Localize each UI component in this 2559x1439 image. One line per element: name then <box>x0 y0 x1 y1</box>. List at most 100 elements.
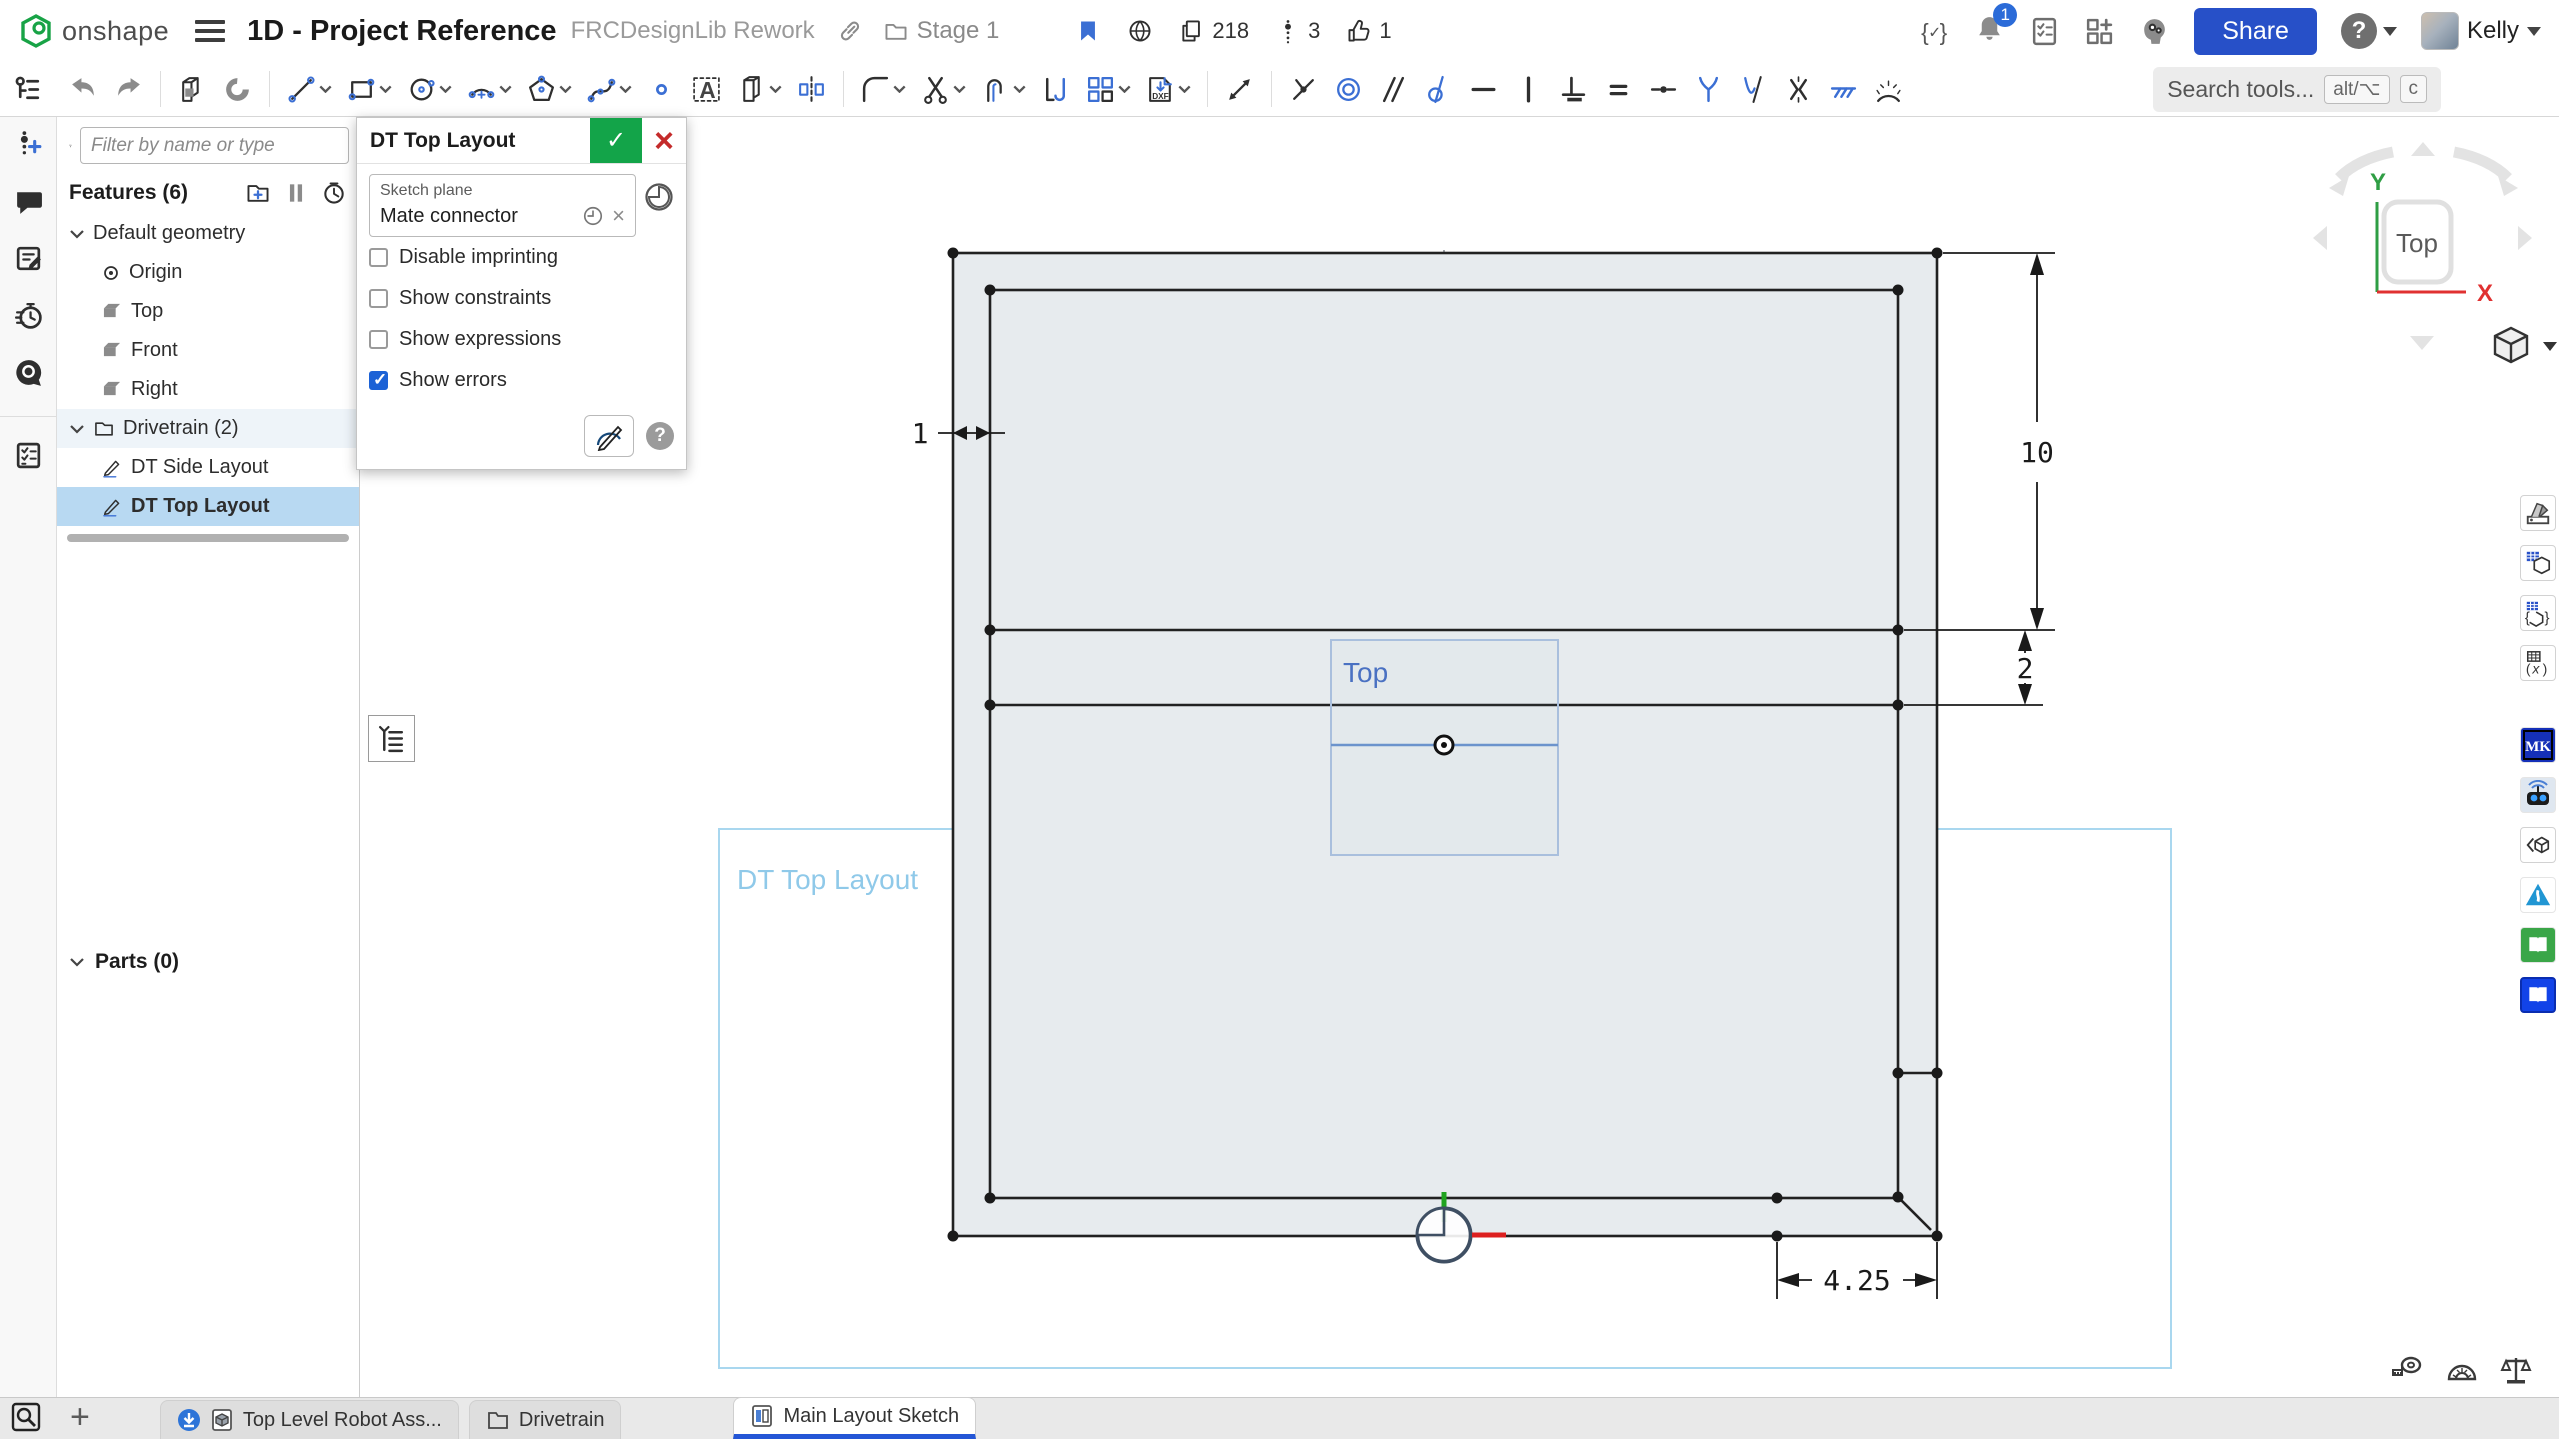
spline-tool[interactable] <box>581 70 637 109</box>
share-button[interactable]: Share <box>2194 8 2317 55</box>
text-tool[interactable]: A <box>686 70 727 109</box>
view-cube[interactable]: Top Y X <box>2313 142 2557 362</box>
arc-tool[interactable] <box>461 70 517 109</box>
checkbox-show-expressions[interactable]: Show expressions <box>369 319 674 360</box>
featurescript-icon[interactable]: { } ✓ <box>1919 16 1950 47</box>
filter-input[interactable] <box>80 127 349 164</box>
checkbox-show-constraints[interactable]: Show constraints <box>369 278 674 319</box>
curvature-constraint[interactable] <box>1733 70 1774 109</box>
comments-button[interactable] <box>13 186 44 222</box>
onshape-logo[interactable]: onshape <box>18 13 169 49</box>
view-options-button[interactable] <box>2495 328 2557 362</box>
dimension-tool[interactable] <box>1219 70 1260 109</box>
dialog-cancel-button[interactable]: × <box>642 118 686 163</box>
feature-plane-front[interactable]: Front <box>57 331 359 370</box>
filter-funnel-icon[interactable] <box>69 133 72 159</box>
globe-icon[interactable] <box>1127 18 1153 44</box>
sketch-drawing[interactable]: DT Top Layout Top <box>360 117 2559 1397</box>
tab-main-layout-sketch[interactable]: Main Layout Sketch <box>733 1397 976 1439</box>
history-button[interactable] <box>13 300 44 336</box>
viewcube-rotate-down[interactable] <box>2410 336 2434 350</box>
likes-stat[interactable]: 1 <box>1346 18 1391 44</box>
undo-button[interactable] <box>63 70 104 109</box>
feature-list-flyout-button[interactable] <box>368 715 415 762</box>
dim-425-value[interactable]: 4.25 <box>1823 1264 1890 1297</box>
fillet-tool[interactable] <box>855 70 911 109</box>
offset-tool[interactable] <box>975 70 1031 109</box>
pattern-tool[interactable] <box>1080 70 1136 109</box>
use-project-tool[interactable] <box>1035 70 1076 109</box>
learning-flag-icon[interactable] <box>1075 18 1101 44</box>
insert-version-button[interactable] <box>13 129 44 165</box>
point-tool[interactable] <box>641 70 682 109</box>
add-tab-button[interactable]: + <box>70 1400 90 1434</box>
import-dxf-tool[interactable]: DXF <box>1140 70 1196 109</box>
origin-point[interactable] <box>1435 736 1453 754</box>
suppress-pause-icon[interactable] <box>283 180 309 206</box>
mirror-tool[interactable] <box>791 70 832 109</box>
dialog-confirm-button[interactable]: ✓ <box>590 118 642 163</box>
fix-constraint[interactable] <box>1823 70 1864 109</box>
tasks-icon[interactable] <box>2029 16 2060 47</box>
tangent-constraint[interactable] <box>1418 70 1459 109</box>
trim-tool[interactable] <box>915 70 971 109</box>
viewcube-rotate-up[interactable] <box>2411 142 2435 156</box>
link-icon[interactable] <box>837 18 863 44</box>
main-menu-icon[interactable] <box>195 15 225 47</box>
polygon-tool[interactable] <box>521 70 577 109</box>
variable-tables-button[interactable]: ( x ) <box>2520 645 2556 681</box>
featurescript-tables-button[interactable]: { } <box>2520 595 2556 631</box>
feature-folder-drivetrain[interactable]: Drivetrain (2) <box>57 409 359 448</box>
apps-grid-icon[interactable] <box>2084 16 2115 47</box>
checkbox-show-errors[interactable]: Show errors <box>369 360 674 401</box>
workspace-breadcrumb[interactable]: Stage 1 <box>883 17 1000 45</box>
checkbox-disable-imprinting[interactable]: Disable imprinting <box>369 237 674 278</box>
equal-constraint[interactable] <box>1598 70 1639 109</box>
feature-dt-side-layout[interactable]: DT Side Layout <box>57 448 359 487</box>
concentric-constraint[interactable] <box>1328 70 1369 109</box>
derived-app-button[interactable] <box>2520 827 2556 863</box>
tape-measure-icon[interactable] <box>2391 1353 2425 1387</box>
dim-1-value[interactable]: 1 <box>912 417 929 450</box>
feature-dt-top-layout[interactable]: DT Top Layout <box>57 487 359 526</box>
perpendicular-constraint[interactable] <box>1553 70 1594 109</box>
community-button[interactable] <box>13 357 44 393</box>
parallel-constraint[interactable] <box>1373 70 1414 109</box>
sketch-dialog-tool-button[interactable] <box>584 415 634 457</box>
normal-constraint[interactable] <box>1688 70 1729 109</box>
rollback-bar[interactable] <box>67 534 349 542</box>
revolve-tool[interactable] <box>217 70 258 109</box>
blue-book-app-button[interactable] <box>2520 977 2556 1013</box>
dialog-help-button[interactable]: ? <box>646 422 674 450</box>
notes-button[interactable] <box>13 243 44 279</box>
dim-2-value[interactable]: 2 <box>2017 652 2034 685</box>
branches-stat[interactable]: 3 <box>1275 18 1320 44</box>
feature-origin[interactable]: Origin <box>57 253 359 292</box>
new-folder-icon[interactable] <box>245 180 271 206</box>
green-book-app-button[interactable] <box>2520 927 2556 963</box>
search-tabs-icon[interactable] <box>10 1401 42 1433</box>
dim-10-value[interactable]: 10 <box>2020 436 2054 469</box>
tab-top-level-robot-assembly[interactable]: Top Level Robot Ass... <box>160 1400 459 1439</box>
help-menu[interactable]: ? <box>2341 13 2397 49</box>
vertical-constraint[interactable] <box>1508 70 1549 109</box>
triangle-app-button[interactable] <box>2520 877 2556 913</box>
parts-section-header[interactable]: Parts (0) <box>57 942 359 982</box>
follow-checklist-button[interactable] <box>13 440 44 476</box>
feature-plane-right[interactable]: Right <box>57 370 359 409</box>
slot-tool[interactable] <box>731 70 787 109</box>
appearance-panel-button[interactable] <box>2520 495 2556 531</box>
protractor-icon[interactable] <box>2445 1353 2479 1387</box>
mkcad-app-button[interactable]: MK <box>2520 727 2556 763</box>
tab-drivetrain[interactable]: Drivetrain <box>469 1400 622 1439</box>
feature-default-geometry[interactable]: Default geometry <box>57 214 359 253</box>
search-tools[interactable]: Search tools... alt/⌥ c <box>2153 67 2441 112</box>
robot-app-button[interactable] <box>2520 777 2556 813</box>
feature-list-toggle-button[interactable] <box>8 70 49 109</box>
ai-assistant-icon[interactable] <box>2139 16 2170 47</box>
copies-stat[interactable]: 218 <box>1179 18 1249 44</box>
sketch-plane-field[interactable]: Sketch plane Mate connector × <box>369 174 636 237</box>
feature-plane-top[interactable]: Top <box>57 292 359 331</box>
midpoint-constraint[interactable] <box>1643 70 1684 109</box>
curvature-comb-tool[interactable] <box>1868 70 1909 109</box>
